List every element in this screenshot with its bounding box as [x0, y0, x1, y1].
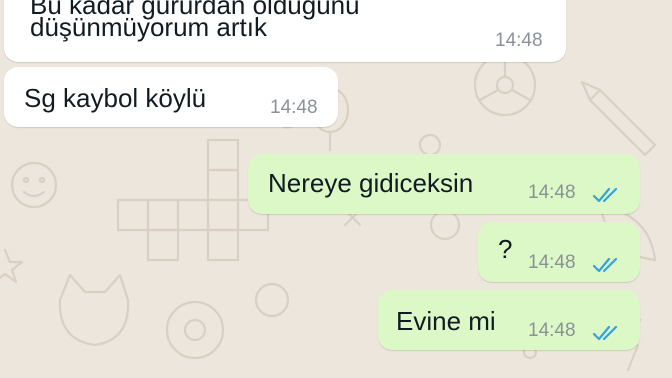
message-time: 14:48 — [528, 182, 576, 203]
message-time: 14:48 — [495, 30, 543, 51]
read-double-tick-icon — [592, 187, 618, 203]
message-bubble-incoming[interactable]: Bu kadar gururdan olduğunu düşünmüyorum … — [4, 0, 566, 62]
message-text: Evine mi — [396, 306, 496, 336]
message-text: Nereye gidiceksin — [268, 168, 474, 198]
read-double-tick-icon — [592, 257, 618, 273]
message-bubble-incoming[interactable]: Sg kaybol köylü 14:48 — [4, 67, 338, 127]
message-text-line2: düşünmüyorum artık — [30, 12, 267, 42]
message-bubble-outgoing[interactable]: ? 14:48 — [478, 222, 640, 282]
message-bubble-outgoing[interactable]: Evine mi 14:48 — [378, 290, 640, 350]
message-time: 14:48 — [528, 252, 576, 273]
message-time: 14:48 — [528, 320, 576, 341]
read-double-tick-icon — [592, 325, 618, 341]
message-text: ? — [498, 234, 513, 264]
message-time: 14:48 — [270, 97, 318, 118]
message-bubble-outgoing[interactable]: Nereye gidiceksin 14:48 — [248, 154, 640, 214]
message-text: Sg kaybol köylü — [24, 83, 207, 113]
